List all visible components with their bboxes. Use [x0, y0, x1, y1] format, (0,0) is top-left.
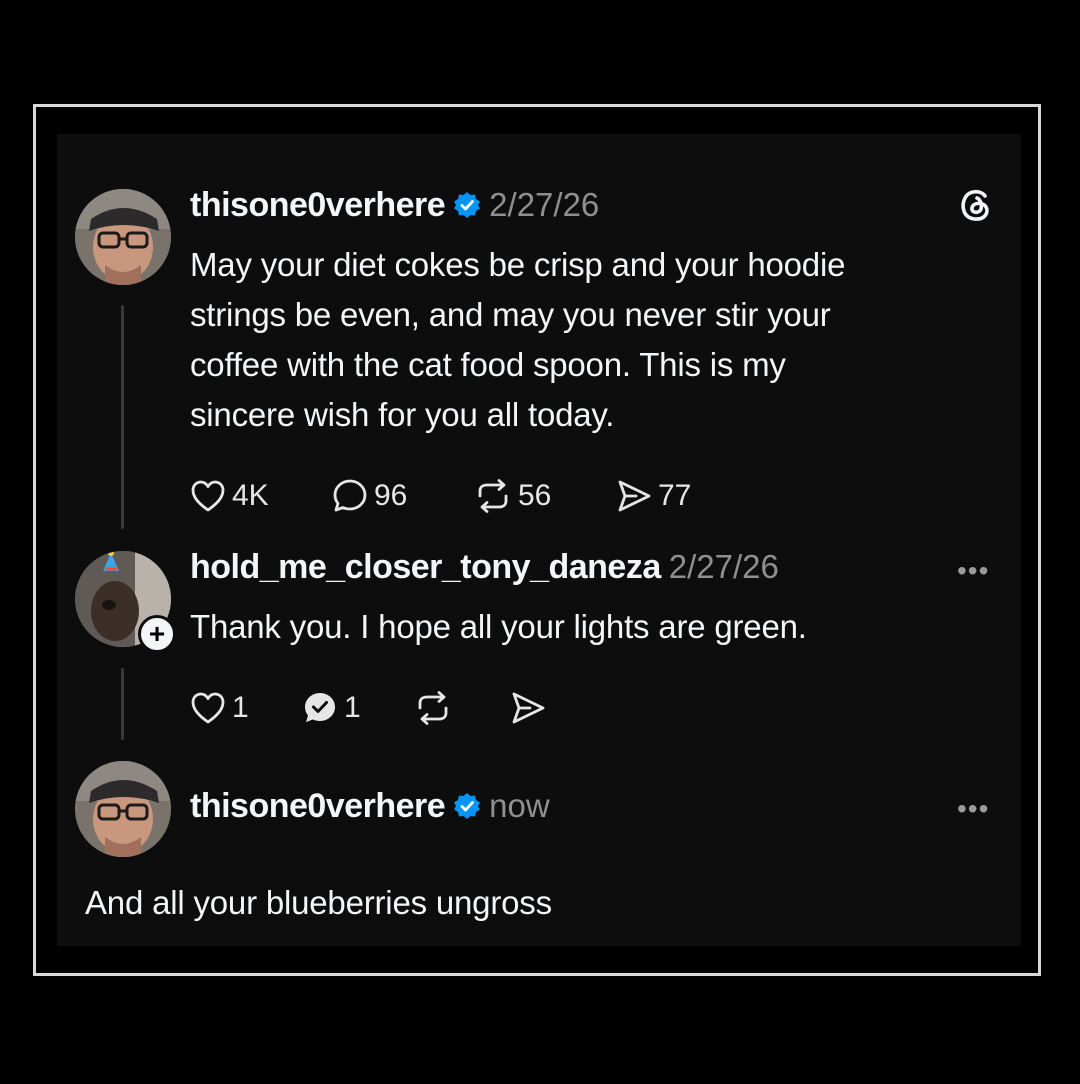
send-icon [512, 692, 545, 724]
avatar[interactable] [75, 189, 171, 285]
post-actions: 1 1 [190, 688, 546, 728]
post-header: thisone0verhere now [190, 785, 550, 827]
timestamp: 2/27/26 [489, 186, 600, 223]
like-button[interactable]: 1 [190, 691, 302, 725]
verified-badge-icon [454, 192, 481, 218]
repost-icon [418, 691, 448, 725]
more-options-icon[interactable]: ••• [957, 795, 989, 823]
username[interactable]: thisone0verhere [190, 186, 446, 225]
post-text: May your diet cokes be crisp and your ho… [190, 240, 970, 440]
username[interactable]: hold_me_closer_tony_daneza [190, 548, 661, 587]
thread-connector-line [121, 668, 124, 740]
share-button[interactable]: 77 [616, 479, 691, 513]
post-actions: 4K 96 56 77 [190, 476, 691, 516]
reply-count: 1 [344, 691, 361, 724]
avatar[interactable] [75, 761, 171, 857]
post-text-line: strings be even, and may you never stir … [190, 296, 831, 333]
reply-button[interactable]: 1 [302, 690, 414, 726]
heart-icon [191, 692, 225, 724]
thread-connector-line [121, 305, 124, 529]
like-button[interactable]: 4K [190, 479, 332, 513]
repost-count: 56 [518, 479, 552, 512]
like-count: 4K [232, 479, 269, 512]
post-header: hold_me_closer_tony_daneza 2/27/26 [190, 546, 779, 588]
post-text: And all your blueberries ungross [85, 884, 552, 921]
post-text-line: coffee with the cat food spoon. This is … [190, 346, 786, 383]
more-options-icon[interactable]: ••• [957, 557, 989, 585]
like-count: 1 [232, 691, 249, 724]
share-button[interactable] [510, 691, 546, 725]
share-count: 77 [658, 479, 692, 512]
send-icon [618, 480, 651, 512]
reply-button[interactable]: 96 [332, 478, 474, 514]
timestamp: 2/27/26 [668, 548, 779, 585]
username[interactable]: thisone0verhere [190, 787, 446, 826]
post-text: Thank you. I hope all your lights are gr… [190, 608, 807, 645]
plus-icon: + [148, 618, 166, 649]
repost-button[interactable] [414, 691, 510, 725]
post-text-line: May your diet cokes be crisp and your ho… [190, 246, 846, 283]
timestamp: now [489, 787, 550, 824]
threads-logo-icon[interactable] [955, 184, 997, 226]
post-header: thisone0verhere 2/27/26 [190, 184, 599, 226]
repost-button[interactable]: 56 [474, 479, 616, 513]
post-text-line: sincere wish for you all today. [190, 396, 615, 433]
repost-icon [478, 479, 508, 513]
verified-badge-icon [454, 793, 481, 819]
reply-count: 96 [374, 479, 408, 512]
follow-button[interactable]: + [138, 615, 176, 653]
heart-icon [191, 480, 225, 512]
comment-icon [333, 479, 367, 512]
comment-filled-icon [305, 693, 335, 722]
